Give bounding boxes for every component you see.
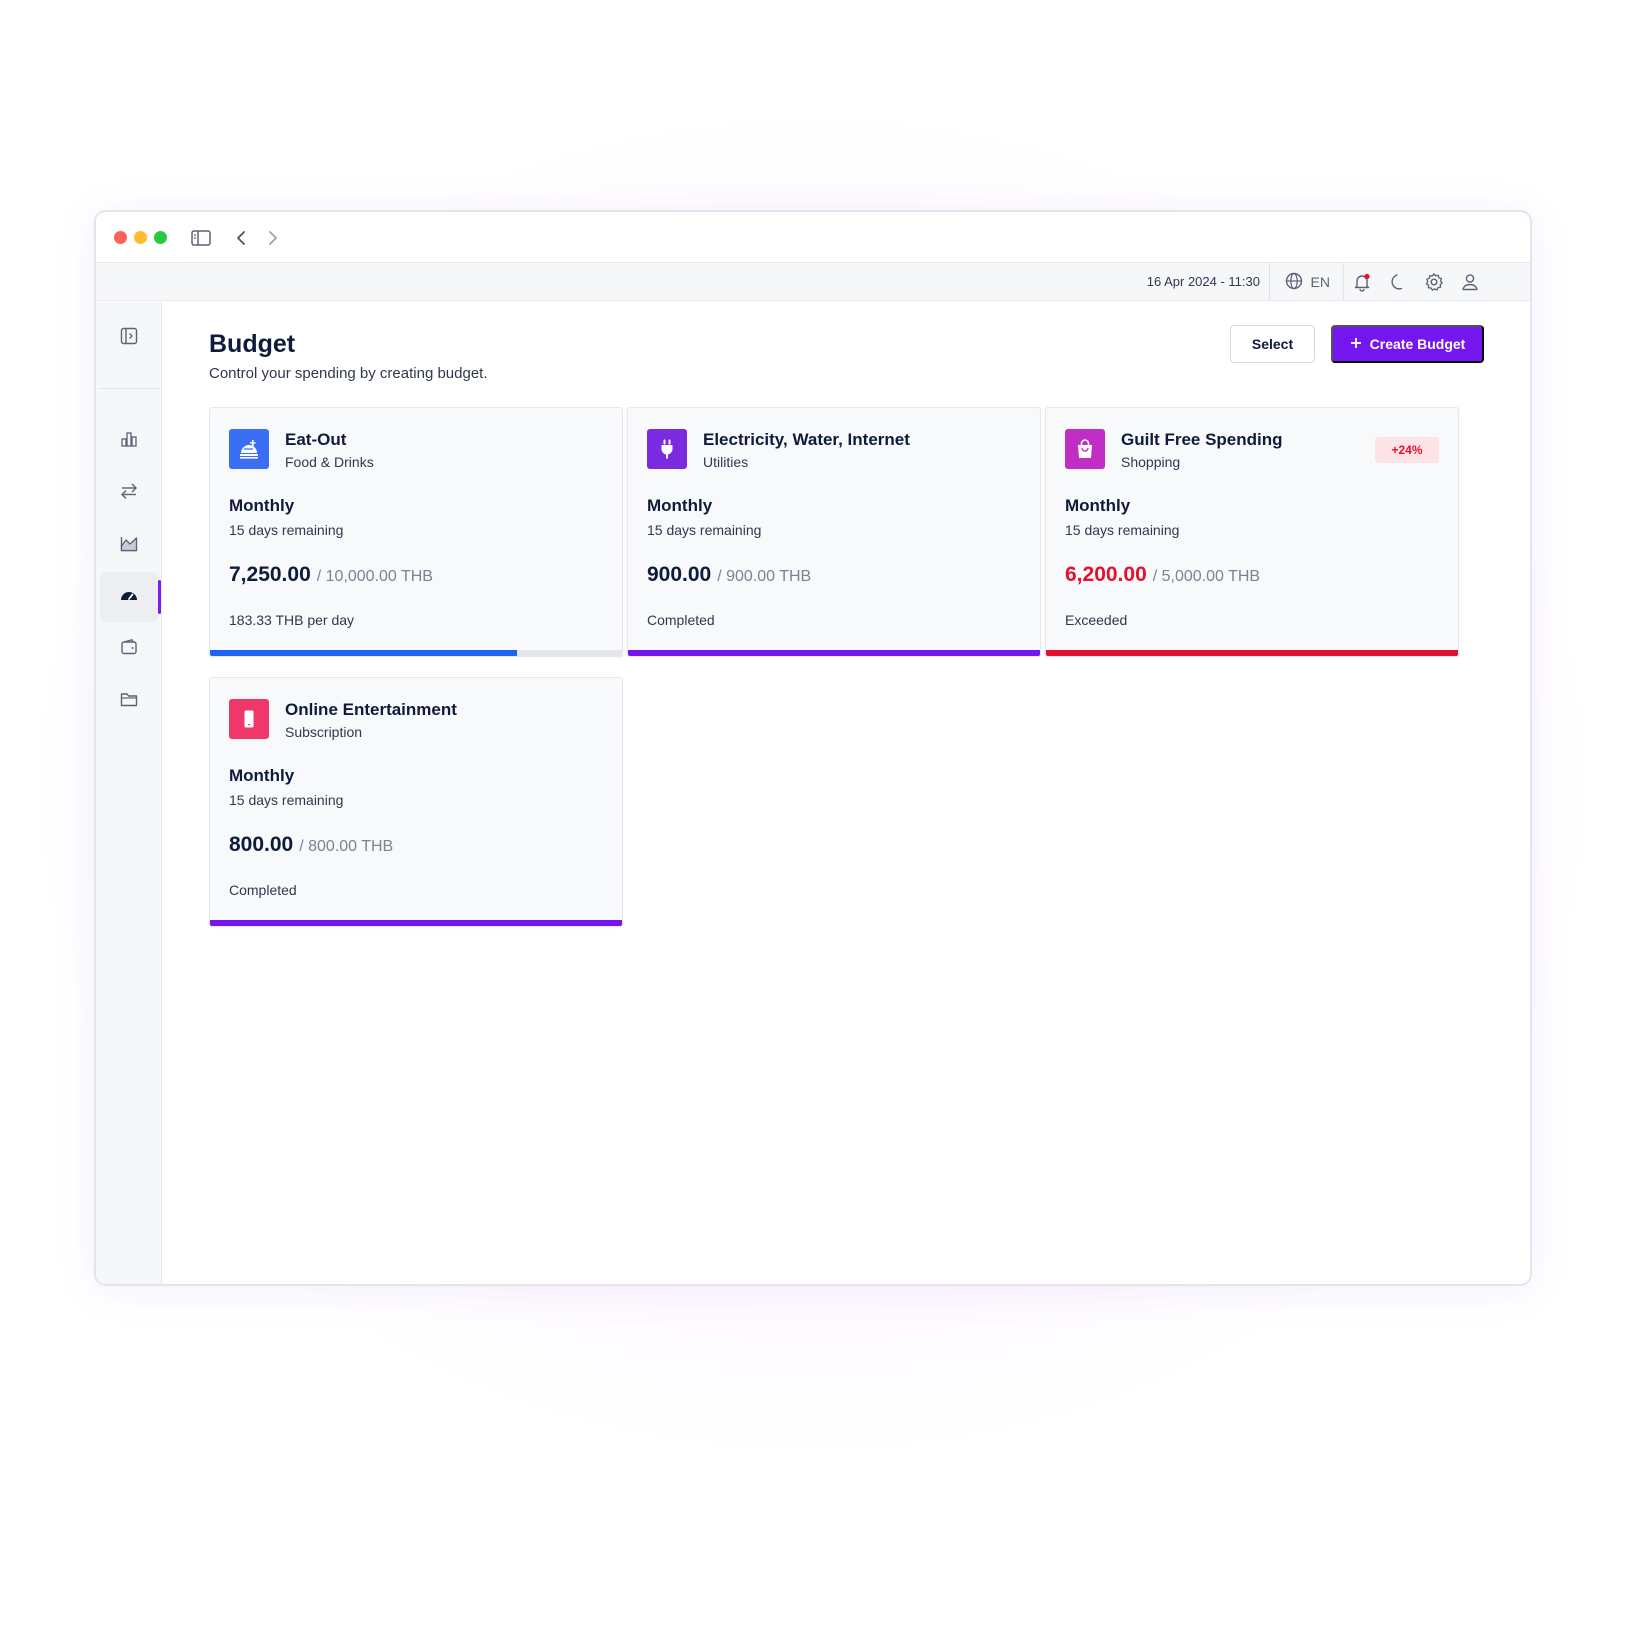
back-arrow-icon[interactable] <box>228 225 254 251</box>
page-title: Budget <box>209 330 296 358</box>
budget-total: / 5,000.00 THB <box>1152 568 1261 585</box>
budget-name: Guilt Free Spending <box>1121 430 1283 449</box>
sidebar-collapse-icon <box>120 327 138 350</box>
spent-amount: 6,200.00 <box>1065 563 1147 586</box>
sidebar-item-transactions[interactable] <box>100 468 158 518</box>
days-remaining: 15 days remaining <box>1065 522 1180 538</box>
close-window-button[interactable] <box>114 231 127 244</box>
budget-total: / 900.00 THB <box>717 568 812 585</box>
progress-track <box>628 650 1040 656</box>
divider <box>1269 263 1270 300</box>
budget-status: Completed <box>229 882 297 898</box>
budget-card[interactable]: Online Entertainment Subscription Monthl… <box>209 677 623 927</box>
dark-mode-moon-icon[interactable] <box>1386 270 1410 294</box>
folder-icon <box>120 690 138 713</box>
budget-category: Food & Drinks <box>285 454 374 470</box>
progress-fill <box>210 650 517 656</box>
budget-card[interactable]: Eat-Out Food & Drinks Monthly 15 days re… <box>209 407 623 657</box>
notification-bell-icon[interactable] <box>1350 270 1374 294</box>
food-drinks-icon <box>229 429 269 469</box>
budget-total: / 800.00 THB <box>299 838 394 855</box>
budget-category: Shopping <box>1121 454 1181 470</box>
sidebar-collapse-button[interactable] <box>100 313 158 363</box>
budget-category: Utilities <box>703 454 749 470</box>
budget-status: 183.33 THB per day <box>229 612 355 628</box>
budget-name: Eat-Out <box>285 430 347 449</box>
spent-amount: 7,250.00 <box>229 563 311 586</box>
sidebar-toggle-icon[interactable] <box>188 225 214 251</box>
sidebar <box>96 302 162 1284</box>
bar-chart-icon <box>120 430 138 453</box>
plug-icon <box>647 429 687 469</box>
sidebar-item-dashboard[interactable] <box>100 416 158 466</box>
plus-icon <box>1350 336 1362 352</box>
progress-fill <box>628 650 1040 656</box>
page-subtitle: Control your spending by creating budget… <box>209 365 488 382</box>
budget-card[interactable]: Electricity, Water, Internet Utilities M… <box>627 407 1041 657</box>
budget-amount: 6,200.00 / 5,000.00 THB <box>1065 563 1260 587</box>
percentage-badge: +24% <box>1375 437 1439 463</box>
days-remaining: 15 days remaining <box>647 522 762 538</box>
user-profile-icon[interactable] <box>1458 270 1482 294</box>
budget-period: Monthly <box>229 496 295 515</box>
divider <box>1343 263 1344 300</box>
top-bar: 16 Apr 2024 - 11:30 EN <box>96 263 1530 301</box>
progress-fill <box>210 920 622 926</box>
budget-category: Subscription <box>285 724 363 740</box>
progress-track <box>210 650 622 656</box>
budget-amount: 7,250.00 / 10,000.00 THB <box>229 563 433 587</box>
phone-icon <box>229 699 269 739</box>
minimize-window-button[interactable] <box>134 231 147 244</box>
shopping-bag-icon <box>1065 429 1105 469</box>
settings-gear-icon[interactable] <box>1422 270 1446 294</box>
budget-total: / 10,000.00 THB <box>316 568 433 585</box>
budget-period: Monthly <box>1065 496 1131 515</box>
budget-card[interactable]: Guilt Free Spending Shopping +24% Monthl… <box>1045 407 1459 657</box>
wallet-icon <box>120 638 138 661</box>
budget-period: Monthly <box>647 496 713 515</box>
progress-track <box>210 920 622 926</box>
sidebar-item-wallet[interactable] <box>100 624 158 674</box>
progress-fill <box>1046 650 1458 656</box>
spent-amount: 900.00 <box>647 563 712 586</box>
create-budget-label: Create Budget <box>1369 336 1466 352</box>
budget-period: Monthly <box>229 766 295 785</box>
budget-status: Exceeded <box>1065 612 1128 628</box>
spent-amount: 800.00 <box>229 833 294 856</box>
area-chart-icon <box>120 534 138 557</box>
maximize-window-button[interactable] <box>154 231 167 244</box>
sidebar-item-budget[interactable] <box>100 572 161 622</box>
transfer-arrows-icon <box>120 482 138 505</box>
sidebar-item-files[interactable] <box>100 676 158 726</box>
title-bar <box>96 212 1530 263</box>
create-budget-button[interactable]: Create Budget <box>1331 325 1484 363</box>
progress-track <box>1046 650 1458 656</box>
language-label: EN <box>1310 274 1330 290</box>
sidebar-divider <box>100 388 160 389</box>
forward-arrow-icon[interactable] <box>260 225 286 251</box>
select-button[interactable]: Select <box>1230 325 1315 363</box>
speedometer-icon <box>119 586 139 609</box>
sidebar-item-analytics[interactable] <box>100 520 158 570</box>
language-switcher[interactable]: EN <box>1285 270 1330 294</box>
days-remaining: 15 days remaining <box>229 522 344 538</box>
active-indicator <box>158 580 161 614</box>
budget-status: Completed <box>647 612 715 628</box>
globe-icon <box>1285 272 1303 293</box>
main-content: Budget Control your spending by creating… <box>163 302 1530 1284</box>
days-remaining: 15 days remaining <box>229 792 344 808</box>
app-window: 16 Apr 2024 - 11:30 EN Budget Control yo… <box>94 210 1532 1286</box>
budget-amount: 800.00 / 800.00 THB <box>229 833 393 857</box>
budget-amount: 900.00 / 900.00 THB <box>647 563 811 587</box>
current-datetime: 16 Apr 2024 - 11:30 <box>1146 274 1260 289</box>
budget-name: Electricity, Water, Internet <box>703 430 910 449</box>
budget-name: Online Entertainment <box>285 700 457 719</box>
